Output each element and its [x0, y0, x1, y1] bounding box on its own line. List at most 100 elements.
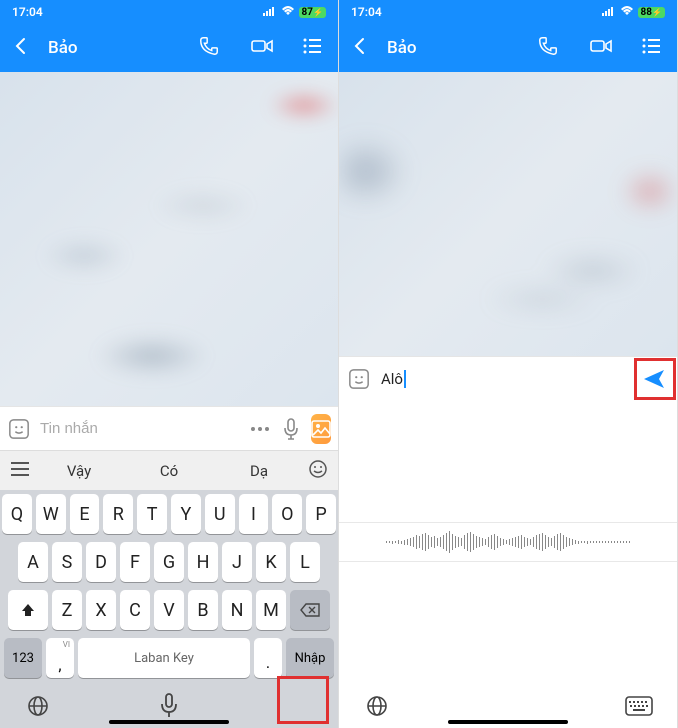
phone-left: 17:04 87⚡ Bảo [0, 0, 339, 728]
chat-messages-area[interactable] [0, 72, 338, 406]
phone-right: 17:04 88⚡ Bảo Alô [339, 0, 678, 728]
key-y[interactable]: Y [171, 494, 201, 534]
key-h[interactable]: H [188, 542, 218, 582]
key-u[interactable]: U [205, 494, 235, 534]
key-t[interactable]: T [137, 494, 167, 534]
key-f[interactable]: F [120, 542, 150, 582]
waveform-bar [491, 535, 492, 549]
key-g[interactable]: G [154, 542, 184, 582]
key-k[interactable]: K [256, 542, 286, 582]
message-input[interactable] [40, 420, 239, 437]
globe-icon[interactable] [363, 692, 391, 720]
key-c[interactable]: C [120, 590, 150, 630]
waveform-bar [569, 538, 570, 546]
voice-message-button[interactable] [281, 417, 301, 441]
waveform-bar [539, 534, 540, 550]
suggestion-1[interactable]: Vậy [34, 462, 124, 480]
back-button[interactable] [12, 37, 32, 59]
waveform-bar [494, 534, 495, 550]
waveform-bar [482, 538, 483, 546]
key-p[interactable]: P [306, 494, 336, 534]
waveform-bar [548, 537, 549, 547]
emoji-button[interactable] [304, 459, 332, 483]
contact-name[interactable]: Bảo [387, 38, 509, 58]
key-b[interactable]: B [188, 590, 218, 630]
back-button[interactable] [351, 37, 371, 59]
call-button[interactable] [537, 35, 561, 61]
waveform-bar [557, 534, 558, 550]
message-input[interactable]: Alô [381, 370, 629, 388]
key-l[interactable]: L [290, 542, 320, 582]
suggestion-3[interactable]: Dạ [214, 462, 304, 480]
key-i[interactable]: I [239, 494, 269, 534]
sticker-button[interactable] [8, 417, 30, 441]
waveform-bar [575, 540, 576, 544]
home-indicator[interactable] [448, 720, 568, 724]
video-call-button[interactable] [250, 35, 274, 61]
sticker-button[interactable] [347, 367, 371, 391]
numeric-key[interactable]: 123 [4, 638, 42, 678]
battery-badge: 88⚡ [638, 7, 665, 18]
key-o[interactable]: O [272, 494, 302, 534]
voice-input-area [339, 400, 677, 684]
waveform-bar [572, 539, 573, 545]
waveform-bar [386, 541, 387, 543]
signal-icon [602, 5, 616, 19]
waveform-bar [416, 535, 417, 549]
key-v[interactable]: V [154, 590, 184, 630]
key-a[interactable]: A [18, 542, 48, 582]
backspace-key[interactable] [290, 590, 330, 630]
status-time: 17:04 [12, 5, 43, 19]
more-options-button[interactable] [249, 417, 271, 441]
waveform-bar [509, 539, 510, 545]
period-key[interactable]: . [254, 638, 282, 678]
status-bar: 17:04 88⚡ [339, 0, 677, 24]
key-j[interactable]: J [222, 542, 252, 582]
key-s[interactable]: S [52, 542, 82, 582]
video-call-button[interactable] [589, 35, 613, 61]
waveform-bar [542, 533, 543, 551]
waveform-bar [626, 541, 627, 543]
key-n[interactable]: N [222, 590, 252, 630]
key-r[interactable]: R [103, 494, 133, 534]
photo-button[interactable] [311, 414, 331, 444]
suggestions-menu-icon[interactable] [6, 461, 34, 480]
microphone-button[interactable] [155, 692, 183, 720]
globe-icon[interactable] [24, 692, 52, 720]
chat-messages-area[interactable] [339, 72, 677, 356]
comma-key[interactable]: ,VI [46, 638, 74, 678]
keyboard-row-2: ASDFGHJKL [2, 542, 336, 582]
keyboard-icon[interactable] [625, 692, 653, 720]
key-w[interactable]: W [36, 494, 66, 534]
waveform-bar [554, 536, 555, 548]
menu-button[interactable] [641, 36, 665, 60]
key-m[interactable]: M [256, 590, 286, 630]
waveform-bar [401, 541, 402, 544]
spacebar[interactable]: Laban Key [78, 638, 250, 678]
message-text: Alô [381, 370, 403, 388]
waveform-bar [602, 541, 603, 543]
waveform-bar [614, 541, 615, 543]
waveform-bar [587, 541, 588, 544]
key-d[interactable]: D [86, 542, 116, 582]
waveform-bar [608, 541, 609, 543]
suggestion-2[interactable]: Có [124, 462, 214, 480]
menu-button[interactable] [302, 36, 326, 60]
call-button[interactable] [198, 35, 222, 61]
waveform-bar [521, 535, 522, 549]
waveform-bar [455, 536, 456, 548]
waveform-bar [389, 541, 390, 543]
key-z[interactable]: Z [52, 590, 82, 630]
home-indicator[interactable] [109, 720, 229, 724]
key-q[interactable]: Q [2, 494, 32, 534]
waveform-bar [611, 541, 612, 543]
shift-key[interactable] [8, 590, 48, 630]
highlight-send [634, 358, 676, 400]
status-bar: 17:04 87⚡ [0, 0, 338, 24]
waveform-bar [518, 536, 519, 548]
key-e[interactable]: E [70, 494, 100, 534]
key-x[interactable]: X [86, 590, 116, 630]
enter-key[interactable]: Nhập [286, 638, 334, 678]
contact-name[interactable]: Bảo [48, 38, 170, 58]
message-input-bar: Alô [339, 356, 677, 400]
